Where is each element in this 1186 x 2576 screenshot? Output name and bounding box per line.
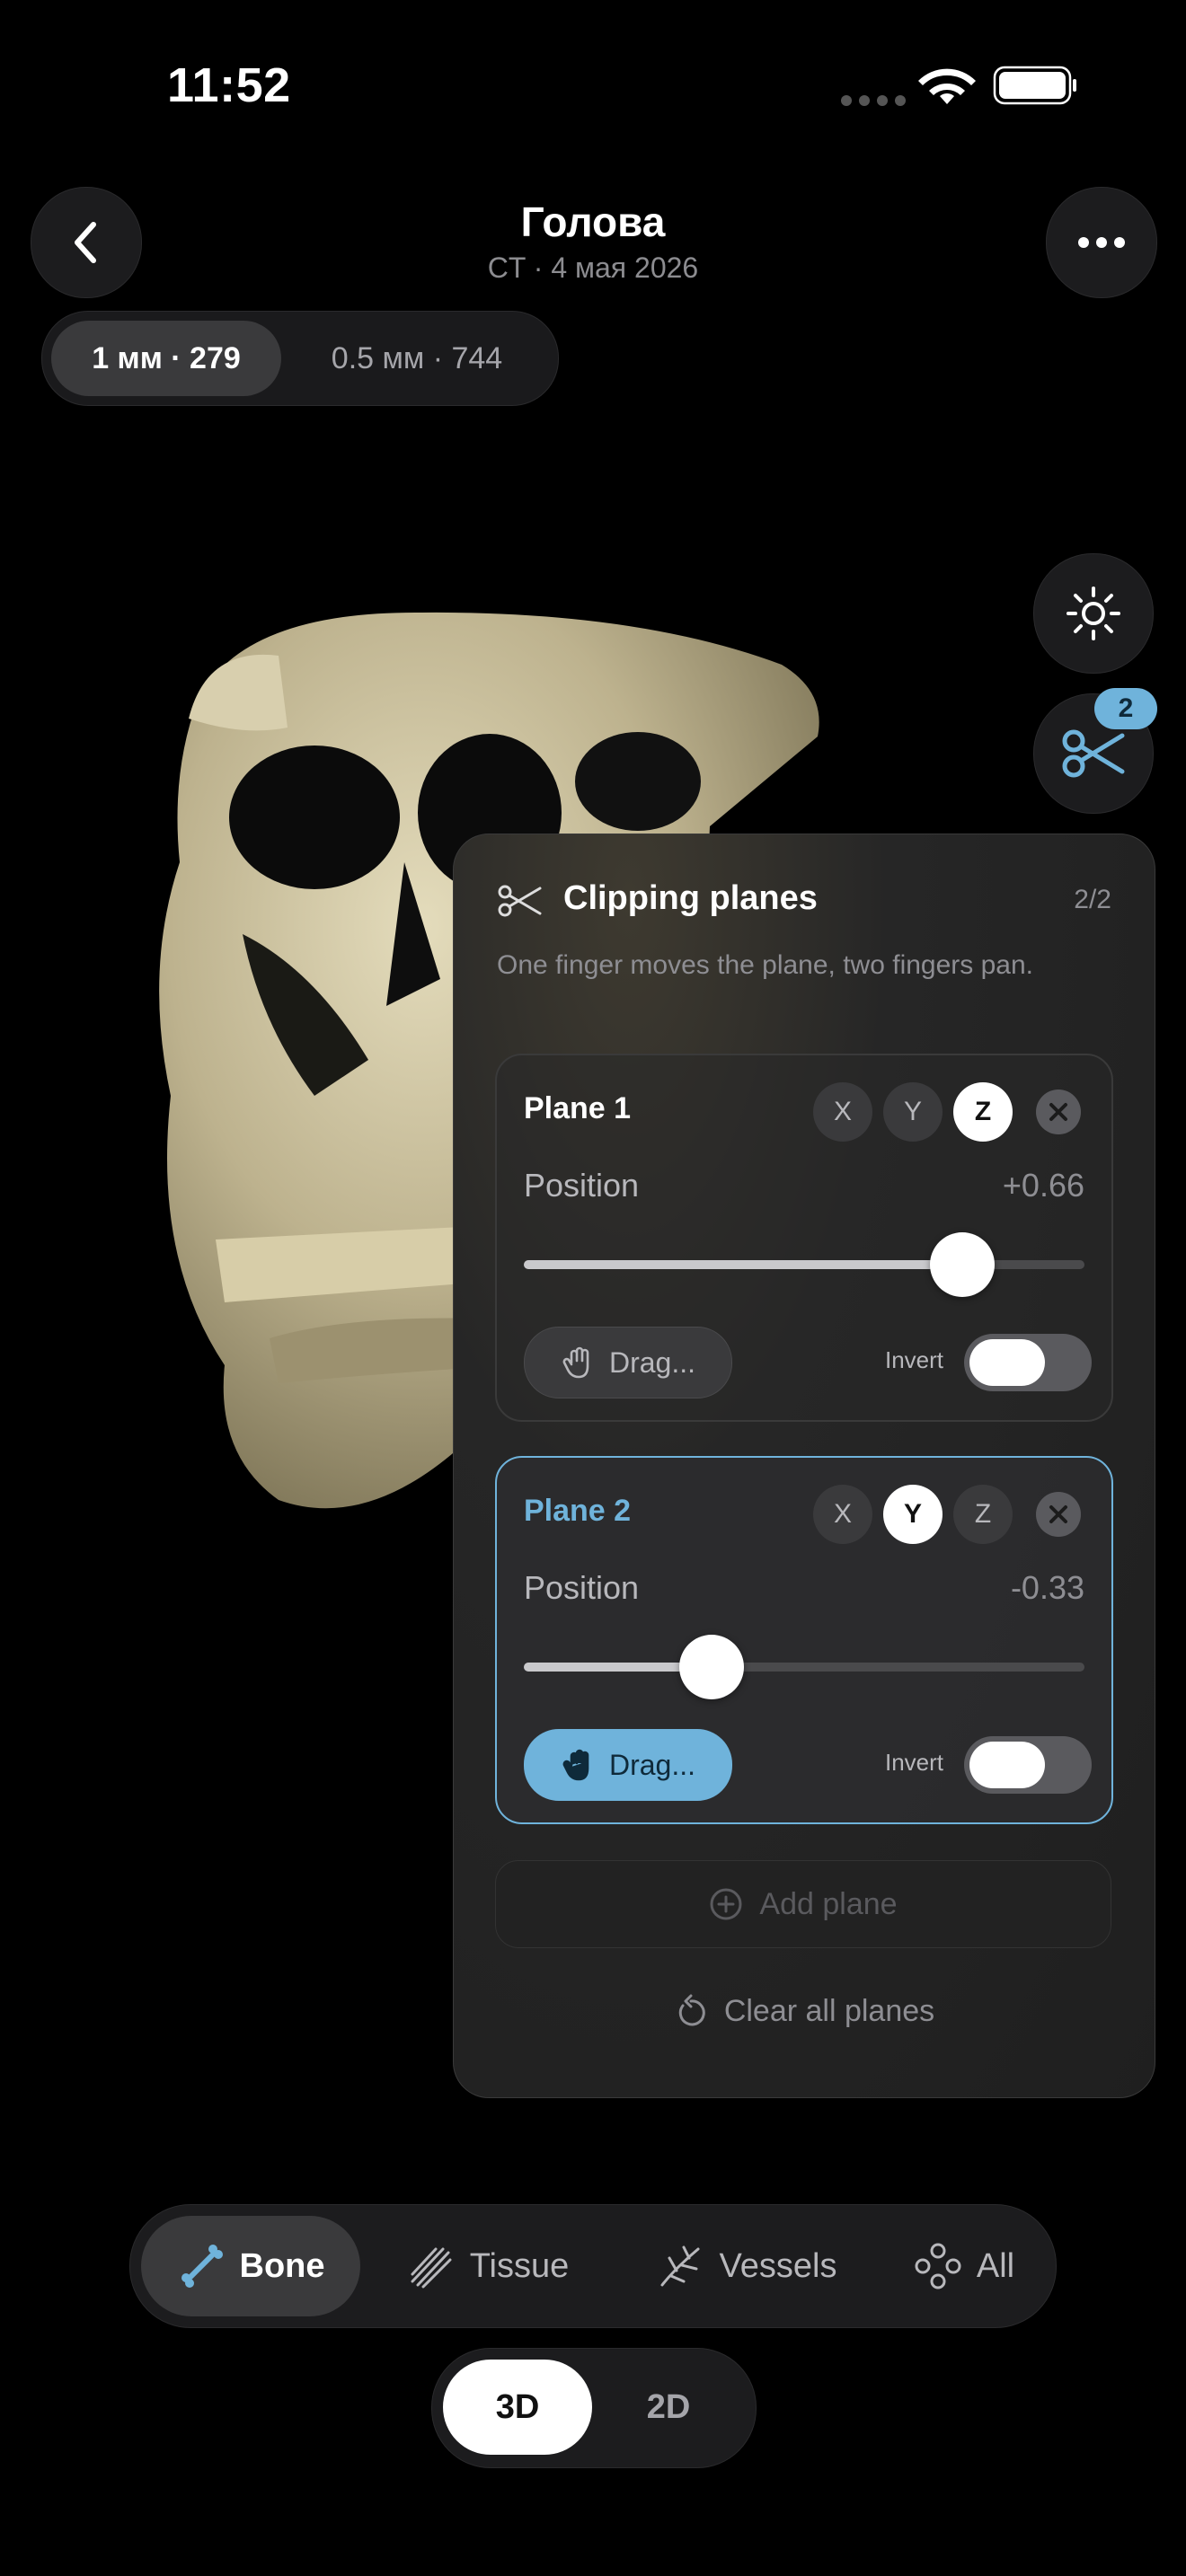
resolution-option-1mm[interactable]: 1 мм · 279 <box>51 321 281 396</box>
ellipsis-icon <box>1078 237 1125 248</box>
add-plane-label: Add plane <box>759 1886 898 1921</box>
position-label: Position <box>524 1167 640 1204</box>
wifi-icon <box>918 68 976 104</box>
clear-all-label: Clear all planes <box>723 1993 935 2028</box>
drag-button[interactable]: Drag... <box>524 1327 732 1398</box>
invert-toggle[interactable] <box>964 1334 1092 1391</box>
position-value: +0.66 <box>1002 1167 1084 1204</box>
clipping-panel: Clipping planes 2/2 One finger moves the… <box>453 834 1155 2098</box>
brightness-button[interactable] <box>1033 553 1154 674</box>
tissue-option-bone[interactable]: Bone <box>141 2216 360 2316</box>
scissors-icon <box>1062 729 1125 778</box>
tissue-option-tissue[interactable]: Tissue <box>371 2216 605 2316</box>
axis-x-button[interactable]: X <box>813 1485 872 1544</box>
slider-thumb[interactable] <box>930 1232 995 1297</box>
axis-y-button[interactable]: Y <box>883 1485 943 1544</box>
plane-name: Plane 1 <box>524 1091 632 1125</box>
battery-icon <box>993 66 1076 105</box>
resolution-option-05mm[interactable]: 0.5 мм · 744 <box>287 321 547 396</box>
position-label: Position <box>524 1569 640 1606</box>
view-option-2d[interactable]: 2D <box>594 2360 743 2455</box>
position-value: -0.33 <box>1010 1569 1084 1606</box>
all-icon <box>915 2243 961 2289</box>
page-subtitle: CT · 4 мая 2026 <box>487 251 699 284</box>
signal-icon <box>841 95 906 106</box>
axis-z-button[interactable]: Z <box>953 1082 1013 1142</box>
clear-all-button[interactable]: Clear all planes <box>454 1993 1155 2029</box>
slider-thumb[interactable] <box>679 1635 744 1699</box>
tissue-label: Tissue <box>469 2246 570 2285</box>
plane-name: Plane 2 <box>524 1494 632 1528</box>
toggle-knob <box>969 1339 1045 1386</box>
hand-icon <box>562 1749 589 1781</box>
tissue-label: Bone <box>239 2246 325 2285</box>
tissue-icon <box>411 2247 452 2289</box>
bone-icon <box>181 2245 223 2288</box>
status-time: 11:52 <box>167 58 291 112</box>
remove-plane-button[interactable] <box>1036 1492 1081 1537</box>
panel-hint: One finger moves the plane, two fingers … <box>497 950 1034 980</box>
slider-fill <box>524 1260 989 1269</box>
drag-button[interactable]: Drag... <box>524 1729 732 1801</box>
page-title: Голова <box>520 198 666 245</box>
panel-title: Clipping planes <box>563 879 818 917</box>
plane-card-1: Plane 1 X Y Z Position +0.66 Drag... Inv… <box>495 1054 1113 1422</box>
status-icons <box>841 66 1076 106</box>
tissue-label: All <box>976 2246 1015 2285</box>
close-icon <box>1049 1103 1067 1121</box>
vessels-icon <box>660 2245 700 2287</box>
tissue-option-all[interactable]: All <box>883 2216 1045 2316</box>
tissue-selector: Bone Tissue Vessels All <box>129 2204 1057 2328</box>
add-plane-button[interactable]: Add plane <box>495 1860 1111 1948</box>
reset-icon <box>678 1994 705 2026</box>
clip-count-badge: 2 <box>1094 688 1157 729</box>
scissors-icon <box>498 885 542 917</box>
remove-plane-button[interactable] <box>1036 1090 1081 1134</box>
axis-y-button[interactable]: Y <box>883 1082 943 1142</box>
close-icon <box>1049 1505 1067 1523</box>
hand-icon <box>562 1346 589 1379</box>
position-slider[interactable] <box>524 1663 1084 1672</box>
resolution-selector: 1 мм · 279 0.5 мм · 744 <box>41 311 559 406</box>
view-mode-toggle: 3D 2D <box>431 2348 757 2468</box>
plane-count: 2/2 <box>1074 885 1111 914</box>
axis-x-button[interactable]: X <box>813 1082 872 1142</box>
view-option-3d[interactable]: 3D <box>443 2360 592 2455</box>
drag-label: Drag... <box>608 1748 696 1781</box>
toggle-knob <box>969 1742 1045 1788</box>
invert-label: Invert <box>885 1749 944 1776</box>
more-button[interactable] <box>1046 187 1157 298</box>
drag-label: Drag... <box>608 1345 696 1379</box>
axis-z-button[interactable]: Z <box>953 1485 1013 1544</box>
plus-circle-icon <box>710 1888 742 1920</box>
position-slider[interactable] <box>524 1260 1084 1269</box>
tissue-label: Vessels <box>719 2246 837 2285</box>
invert-label: Invert <box>885 1346 944 1373</box>
tissue-option-vessels[interactable]: Vessels <box>621 2216 872 2316</box>
plane-card-2: Plane 2 X Y Z Position -0.33 Drag... Inv… <box>495 1456 1113 1824</box>
sun-icon <box>1067 587 1120 640</box>
invert-toggle[interactable] <box>964 1736 1092 1794</box>
